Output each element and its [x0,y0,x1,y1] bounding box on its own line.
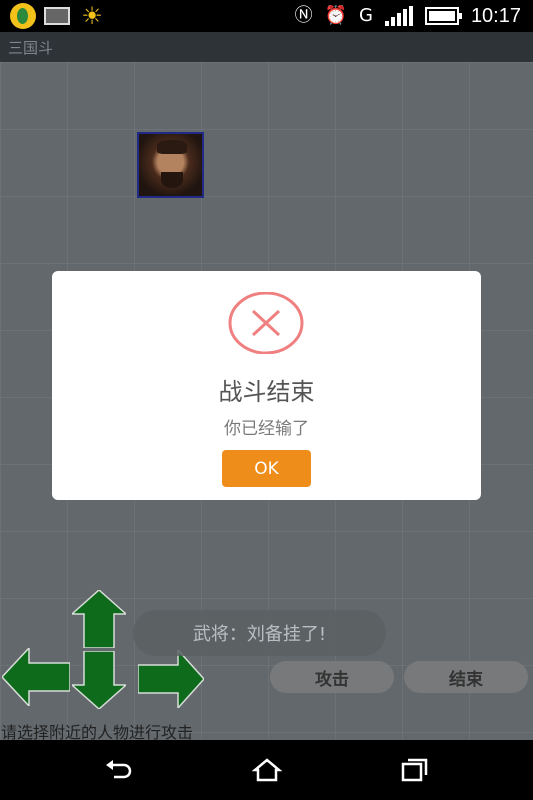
gps-signal-icon: G [358,5,373,26]
battery-icon [424,7,462,25]
general-portrait-icon[interactable] [137,132,204,198]
nfc-icon: Ⓝ [294,5,313,26]
up-arrow-icon[interactable] [72,590,126,648]
navigation-bar [0,740,533,800]
alarm-icon: ⏰ [324,5,347,26]
right-arrow-icon[interactable] [138,650,204,708]
sun-icon: ☀ [81,2,103,30]
app-bar: 三国斗 [0,32,533,62]
ok-button[interactable]: OK [222,450,311,487]
home-icon[interactable] [252,757,282,783]
dialog-message: 你已经输了 [224,419,309,439]
error-x-icon [228,292,304,354]
status-left: ☀ [10,2,106,30]
attack-button[interactable]: 攻击 [270,661,394,693]
app-title: 三国斗 [8,39,54,57]
toast-message: 武将：刘备挂了! [133,610,386,656]
cell-signal-icon [384,6,413,26]
status-right: Ⓝ ⏰ G 10:17 [295,4,521,28]
down-arrow-icon[interactable] [72,651,126,709]
clock: 10:17 [470,4,521,27]
status-bar: ☀ Ⓝ ⏰ G 10:17 [0,0,533,32]
back-icon[interactable] [104,757,134,783]
left-arrow-icon[interactable] [2,648,70,706]
battery-level [428,11,455,21]
image-icon [44,7,70,25]
recents-icon[interactable] [400,757,430,783]
app-badge-icon [10,3,36,29]
end-button[interactable]: 结束 [404,661,528,693]
dialog-title: 战斗结束 [218,378,315,406]
